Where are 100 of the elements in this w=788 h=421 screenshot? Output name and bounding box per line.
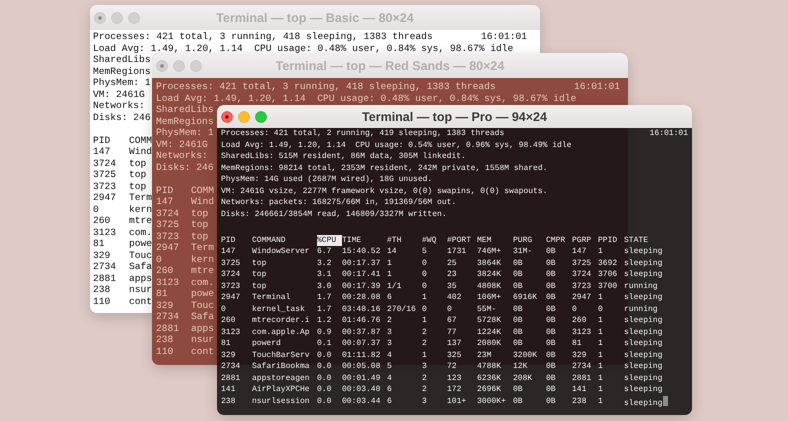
table-cell-text: 14 xyxy=(387,246,398,258)
close-button[interactable] xyxy=(221,110,233,122)
output-line: Disks: 246 xyxy=(156,162,214,173)
output-line: Load Avg: 1.49, 1.20, 1.14 CPU usage: 0.48% user, 0.84% sys, 98.67% idle xyxy=(156,92,576,104)
table-cell-text: 147 xyxy=(221,246,236,258)
table-cell-text: 0 xyxy=(422,280,428,292)
table-cell-text: com.apple.Ap xyxy=(252,326,311,338)
table-cell-text: 141 xyxy=(572,384,588,396)
table-cell-text: 1 xyxy=(598,326,604,338)
table-cell-text: 2947 xyxy=(221,292,242,304)
table-cell-text: 0B xyxy=(546,280,557,292)
table-cell-text: 1 xyxy=(387,269,393,280)
table-cell-text: 2734 xyxy=(221,361,242,372)
table-cell-text: 5 xyxy=(422,246,428,258)
table-cell-text: 00:03.44 xyxy=(342,396,382,408)
table-cell-text: 2734 xyxy=(93,261,118,272)
table-cell-text: 1 xyxy=(598,292,604,304)
table-cell: Touc xyxy=(129,250,152,261)
zoom-button[interactable] xyxy=(190,60,202,72)
table-cell-text: nsurlsession xyxy=(252,396,311,408)
table-cell-text: 67 xyxy=(447,315,458,326)
zoom-button[interactable] xyxy=(128,12,140,24)
table-cell-text: 2696K xyxy=(477,384,502,396)
output-line: Load Avg: 1.49, 1.20, 1.14 CPU usage: 0.48% user, 0.84% sys, 98.67% idle xyxy=(93,42,514,54)
table-cell-text: 2 xyxy=(422,338,428,350)
table-cell-text: 1.7 xyxy=(317,292,332,304)
table-cell-text: 3725 xyxy=(156,219,180,230)
table-cell-text: 1 xyxy=(422,292,428,304)
table-cell-text: 1 xyxy=(598,338,604,350)
table-cell-text: 208K xyxy=(513,372,534,384)
table-cell-text: 00:07.37 xyxy=(342,338,382,350)
table-cell-text: 0 xyxy=(447,304,453,315)
table-cell: cont xyxy=(129,296,152,307)
window-title: Terminal — top — Basic — 80×24 xyxy=(216,10,414,24)
output-line: SharedLibs xyxy=(156,104,214,116)
table-cell-text: sleeping xyxy=(624,269,664,280)
table-cell-text: 0 xyxy=(572,304,578,315)
table-cell-text: 81 xyxy=(156,288,169,300)
table-cell-text: 746M+ xyxy=(477,246,502,258)
column-header: #WQ xyxy=(422,234,438,246)
table-cell-text: top xyxy=(252,280,268,292)
table-cell-text: 00:37.87 xyxy=(342,326,382,338)
minimize-button[interactable] xyxy=(111,12,123,24)
output-line: Load Avg: 1.49, 1.20, 1.14 CPU usage: 0.54% user, 0.96% sys, 98.49% idle xyxy=(221,140,572,151)
table-cell-text: 6236K xyxy=(477,372,502,384)
table-cell-text: 0B xyxy=(546,338,557,350)
table-cell-text: 5 xyxy=(387,361,393,372)
column-header: COMM xyxy=(129,134,152,146)
table-cell-text: 01:11.82 xyxy=(342,350,382,361)
output-line: Networks: xyxy=(93,100,145,112)
zoom-button[interactable] xyxy=(255,110,267,122)
table-cell-text: 0B xyxy=(513,384,524,396)
table-cell-text: 6.7 xyxy=(317,246,332,258)
table-cell: Safa xyxy=(191,311,214,322)
minimize-button[interactable] xyxy=(238,110,250,122)
table-cell: com. xyxy=(129,226,152,238)
table-cell-text: 3 xyxy=(387,326,393,338)
table-cell-text: 3000K+ xyxy=(477,396,507,408)
table-cell-text: 0B xyxy=(546,315,557,326)
table-cell-text: 0.9 xyxy=(317,326,332,338)
output-line: VM: 2461G xyxy=(156,138,208,150)
table-cell-text: 1 xyxy=(387,258,393,269)
table-cell-text: running xyxy=(624,304,659,315)
table-cell-text: 0B xyxy=(546,326,557,338)
table-cell-text: top xyxy=(252,269,268,280)
table-cell-text: 110 xyxy=(93,296,112,307)
table-cell-text: 3706 xyxy=(598,269,618,280)
table-cell-text: 0 xyxy=(422,304,428,315)
table-cell-text: 0 xyxy=(221,304,227,315)
column-header: COMM xyxy=(191,184,214,196)
output-line: Networks: packets: 168275/66M in, 191369/56M out. xyxy=(221,197,456,208)
column-header: PID xyxy=(221,234,236,246)
table-cell: nsur xyxy=(129,284,152,296)
table-cell-text: 12K xyxy=(513,361,528,372)
table-cell-text: 0B xyxy=(513,258,524,269)
table-cell-text: top xyxy=(191,219,210,230)
table-cell-text: 1 xyxy=(598,396,604,408)
table-cell-text: 402 xyxy=(447,292,462,304)
column-header: COMMAND xyxy=(252,234,287,246)
table-cell-text: 0B xyxy=(546,350,557,361)
table-cell-text: 0 xyxy=(422,258,428,269)
window-title: Terminal — top — Pro — 94×24 xyxy=(362,110,547,124)
table-cell-text: 1 xyxy=(598,315,604,326)
table-cell-text: top xyxy=(191,230,210,242)
table-cell-text: 2734 xyxy=(572,361,592,372)
table-cell-text: 329 xyxy=(572,350,588,361)
table-cell-text: 238 xyxy=(93,284,112,296)
table-cell-text: 3724 xyxy=(156,208,180,219)
table-cell-text: 1 xyxy=(598,361,604,372)
table-cell-text: 238 xyxy=(156,334,174,346)
table-cell-text: 25 xyxy=(447,258,458,269)
minimize-button[interactable] xyxy=(173,60,185,72)
table-cell-text: 1 xyxy=(598,372,604,384)
output-line: MemRegions: 98214 total, 2353M resident, 242M private, 1558M shared. xyxy=(221,162,548,174)
table-cell-text: 81 xyxy=(572,338,583,350)
table-cell-text: 147 xyxy=(572,246,588,258)
output-line: Disks: 246661/3854M read, 146809/3327M written. xyxy=(221,208,447,220)
table-cell-text: 2734 xyxy=(156,311,180,322)
table-cell-text: 3123 xyxy=(221,326,242,338)
table-cell-text: 1 xyxy=(422,350,428,361)
